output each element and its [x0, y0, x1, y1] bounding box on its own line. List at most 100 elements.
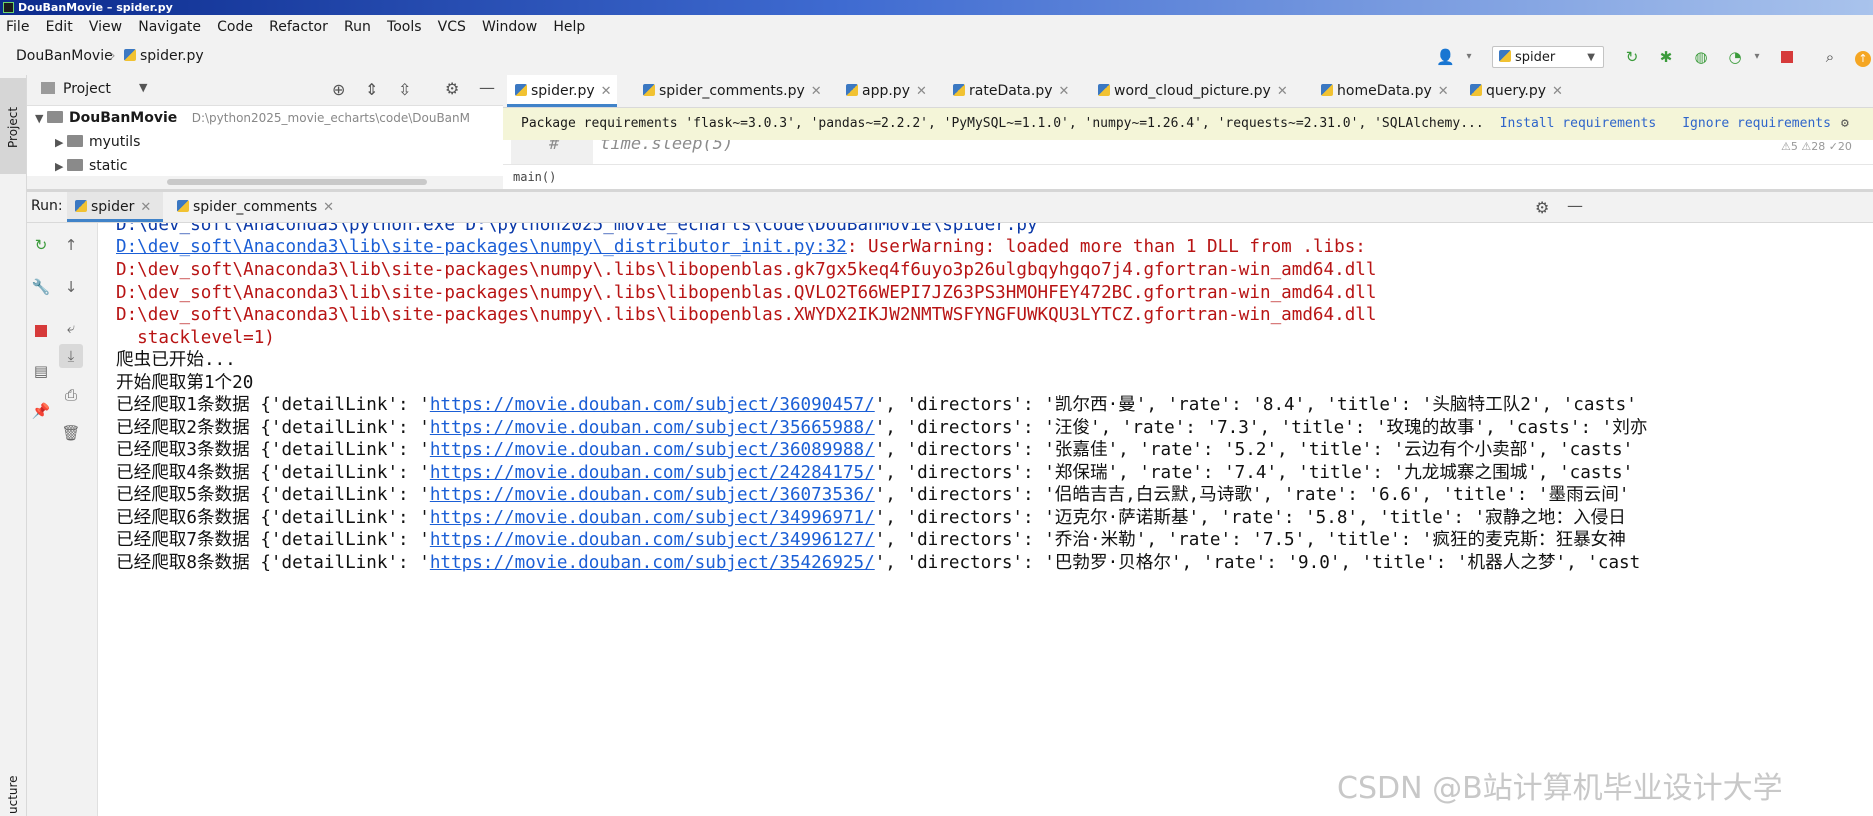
rerun-icon[interactable]: ↻: [1623, 48, 1641, 66]
chevron-down-icon[interactable]: ▾: [1460, 48, 1478, 66]
user-icon[interactable]: 👤: [1436, 48, 1455, 66]
project-panel-title[interactable]: Project: [63, 81, 111, 97]
menu-tools[interactable]: Tools: [387, 19, 422, 35]
record-url-link[interactable]: https://movie.douban.com/subject/3609045…: [430, 395, 875, 415]
stop-icon[interactable]: [1778, 48, 1796, 66]
run-tab-spider[interactable]: spider ✕: [67, 192, 163, 222]
tree-item-label: DouBanMovie: [69, 110, 178, 126]
soft-wrap-icon[interactable]: ⤶: [61, 318, 81, 338]
menu-navigate[interactable]: Navigate: [138, 19, 201, 35]
chevron-down-icon[interactable]: ▼: [139, 81, 147, 94]
record-url-link[interactable]: https://movie.douban.com/subject/3499697…: [430, 508, 875, 528]
close-icon[interactable]: ✕: [1438, 84, 1449, 99]
run-config-select[interactable]: spider ▼: [1492, 46, 1604, 68]
menu-run[interactable]: Run: [344, 19, 371, 35]
tab-homedata-py[interactable]: homeData.py ✕: [1321, 75, 1449, 107]
console-record-line: 已经爬取8条数据 {'detailLink': 'https://movie.d…: [116, 550, 1640, 577]
menu-code[interactable]: Code: [217, 19, 253, 35]
tab-label: query.py: [1486, 83, 1547, 99]
structure-tool-tab[interactable]: ucture: [6, 775, 20, 814]
expand-all-icon[interactable]: ⇕: [365, 80, 378, 99]
arrow-down-icon[interactable]: ↓: [61, 277, 81, 297]
tab-spider-comments-py[interactable]: spider_comments.py ✕: [643, 75, 822, 107]
debug-icon[interactable]: ✱: [1657, 48, 1675, 66]
close-icon[interactable]: ✕: [1552, 84, 1563, 99]
project-panel-scrollbar[interactable]: [27, 176, 503, 189]
trash-icon[interactable]: 🗑: [61, 423, 81, 443]
record-url-link[interactable]: https://movie.douban.com/subject/3607353…: [430, 485, 875, 505]
menu-file[interactable]: File: [6, 19, 29, 35]
coverage-icon[interactable]: ◍: [1692, 48, 1710, 66]
gear-icon[interactable]: ⚙: [1535, 198, 1549, 217]
menu-help[interactable]: Help: [553, 19, 585, 35]
close-icon[interactable]: ✕: [1059, 84, 1070, 99]
layout-icon[interactable]: ▤: [31, 361, 51, 381]
record-rest: ', 'directors': '乔治·米勒', 'rate': '7.5', …: [874, 530, 1626, 550]
close-icon[interactable]: ✕: [601, 84, 612, 99]
tab-word-cloud-picture-py[interactable]: word_cloud_picture.py ✕: [1098, 75, 1288, 107]
minimize-icon[interactable]: —: [1567, 196, 1583, 215]
gear-icon[interactable]: ⚙: [1841, 116, 1849, 131]
tree-item-douban-movie[interactable]: ▼ DouBanMovie D:\python2025_movie_echarts…: [35, 106, 470, 130]
close-icon[interactable]: ✕: [323, 200, 334, 215]
ignore-requirements-link[interactable]: Ignore requirements: [1682, 116, 1831, 131]
menu-vcs[interactable]: VCS: [438, 19, 466, 35]
chevron-down-icon: ▼: [35, 112, 44, 125]
profile-icon[interactable]: ◔: [1726, 48, 1744, 66]
scrollbar-thumb[interactable]: [167, 179, 427, 185]
record-url-link[interactable]: https://movie.douban.com/subject/3499612…: [430, 530, 875, 550]
chevron-down-icon[interactable]: ▾: [1748, 48, 1766, 66]
close-icon[interactable]: ✕: [916, 84, 927, 99]
menu-refactor[interactable]: Refactor: [269, 19, 328, 35]
menu-edit[interactable]: Edit: [46, 19, 73, 35]
gear-icon[interactable]: ⚙: [445, 79, 459, 98]
breadcrumb-function[interactable]: main(): [513, 170, 556, 184]
record-url-link[interactable]: https://movie.douban.com/subject/3608998…: [430, 440, 875, 460]
print-icon[interactable]: ⎙: [61, 385, 81, 405]
close-icon[interactable]: ✕: [140, 200, 151, 215]
rerun-icon[interactable]: ↻: [31, 235, 51, 255]
tab-query-py[interactable]: query.py ✕: [1470, 75, 1563, 107]
tree-item-myutils[interactable]: ▶ myutils: [55, 130, 140, 154]
minimize-icon[interactable]: —: [479, 78, 495, 97]
collapse-all-icon[interactable]: ⇳: [398, 80, 411, 99]
tab-ratedata-py[interactable]: rateData.py ✕: [953, 75, 1069, 107]
project-panel-header: Project ▼ ⊕ ⇕ ⇳ ⚙ —: [27, 75, 503, 106]
project-tool-tab[interactable]: Project: [0, 78, 26, 174]
tab-app-py[interactable]: app.py ✕: [846, 75, 927, 107]
nav-project[interactable]: DouBanMovie: [16, 48, 113, 64]
warning-source-link[interactable]: D:\dev_soft\Anaconda3\lib\site-packages\…: [116, 237, 847, 257]
menu-view[interactable]: View: [89, 19, 122, 35]
folder-icon: [47, 111, 63, 123]
arrow-up-icon[interactable]: ↑: [61, 235, 81, 255]
pin-icon[interactable]: 📌: [31, 401, 51, 421]
record-url-link[interactable]: https://movie.douban.com/subject/2428417…: [430, 463, 875, 483]
record-url-link[interactable]: https://movie.douban.com/subject/3542692…: [430, 553, 875, 573]
run-label: Run:: [31, 198, 63, 214]
tab-spider-py[interactable]: spider.py ✕: [507, 75, 617, 107]
run-toolbar: ↻ ↑ 🔧 ↓ ⤶ ⤓ ▤ ⎙ 📌 🗑: [27, 223, 98, 816]
run-tab-spider-comments[interactable]: spider_comments ✕: [177, 192, 334, 222]
tree-item-static[interactable]: ▶ static: [55, 154, 127, 178]
editor-tab-bar: spider.py ✕ spider_comments.py ✕ app.py ✕ r…: [503, 75, 1873, 108]
scroll-to-end-icon[interactable]: ⤓: [59, 344, 83, 368]
stop-icon[interactable]: [31, 321, 51, 341]
run-tab-label: spider: [91, 199, 135, 215]
record-rest: ', 'directors': '郑保瑞', 'rate': '7.4', 't…: [874, 463, 1634, 483]
inspection-widget[interactable]: ⚠5 ⚠28 ✓20: [1781, 140, 1852, 153]
console-output[interactable]: D:\dev_soft\Anaconda3\python.exe D:\pyth…: [98, 223, 1873, 816]
record-url-link[interactable]: https://movie.douban.com/subject/3566598…: [430, 418, 875, 438]
close-icon[interactable]: ✕: [1277, 84, 1288, 99]
install-requirements-link[interactable]: Install requirements: [1500, 116, 1657, 131]
tree-item-path: D:\python2025_movie_echarts\code\DouBanM: [191, 111, 470, 125]
nav-file[interactable]: spider.py: [124, 48, 204, 64]
chevron-down-icon: ▼: [1587, 52, 1595, 63]
editor-code-area[interactable]: 195 # time.sleep(5) ⚠5 ⚠28 ✓20: [503, 140, 1873, 164]
target-icon[interactable]: ⊕: [332, 80, 345, 99]
navigation-bar: DouBanMovie › spider.py 👤 ▾ spider ▼ ↻ ✱ …: [0, 39, 1873, 76]
search-icon[interactable]: ⌕: [1821, 48, 1839, 66]
menu-window[interactable]: Window: [482, 19, 537, 35]
wrench-icon[interactable]: 🔧: [31, 277, 51, 297]
close-icon[interactable]: ✕: [811, 84, 822, 99]
update-icon[interactable]: ↑: [1854, 48, 1872, 67]
